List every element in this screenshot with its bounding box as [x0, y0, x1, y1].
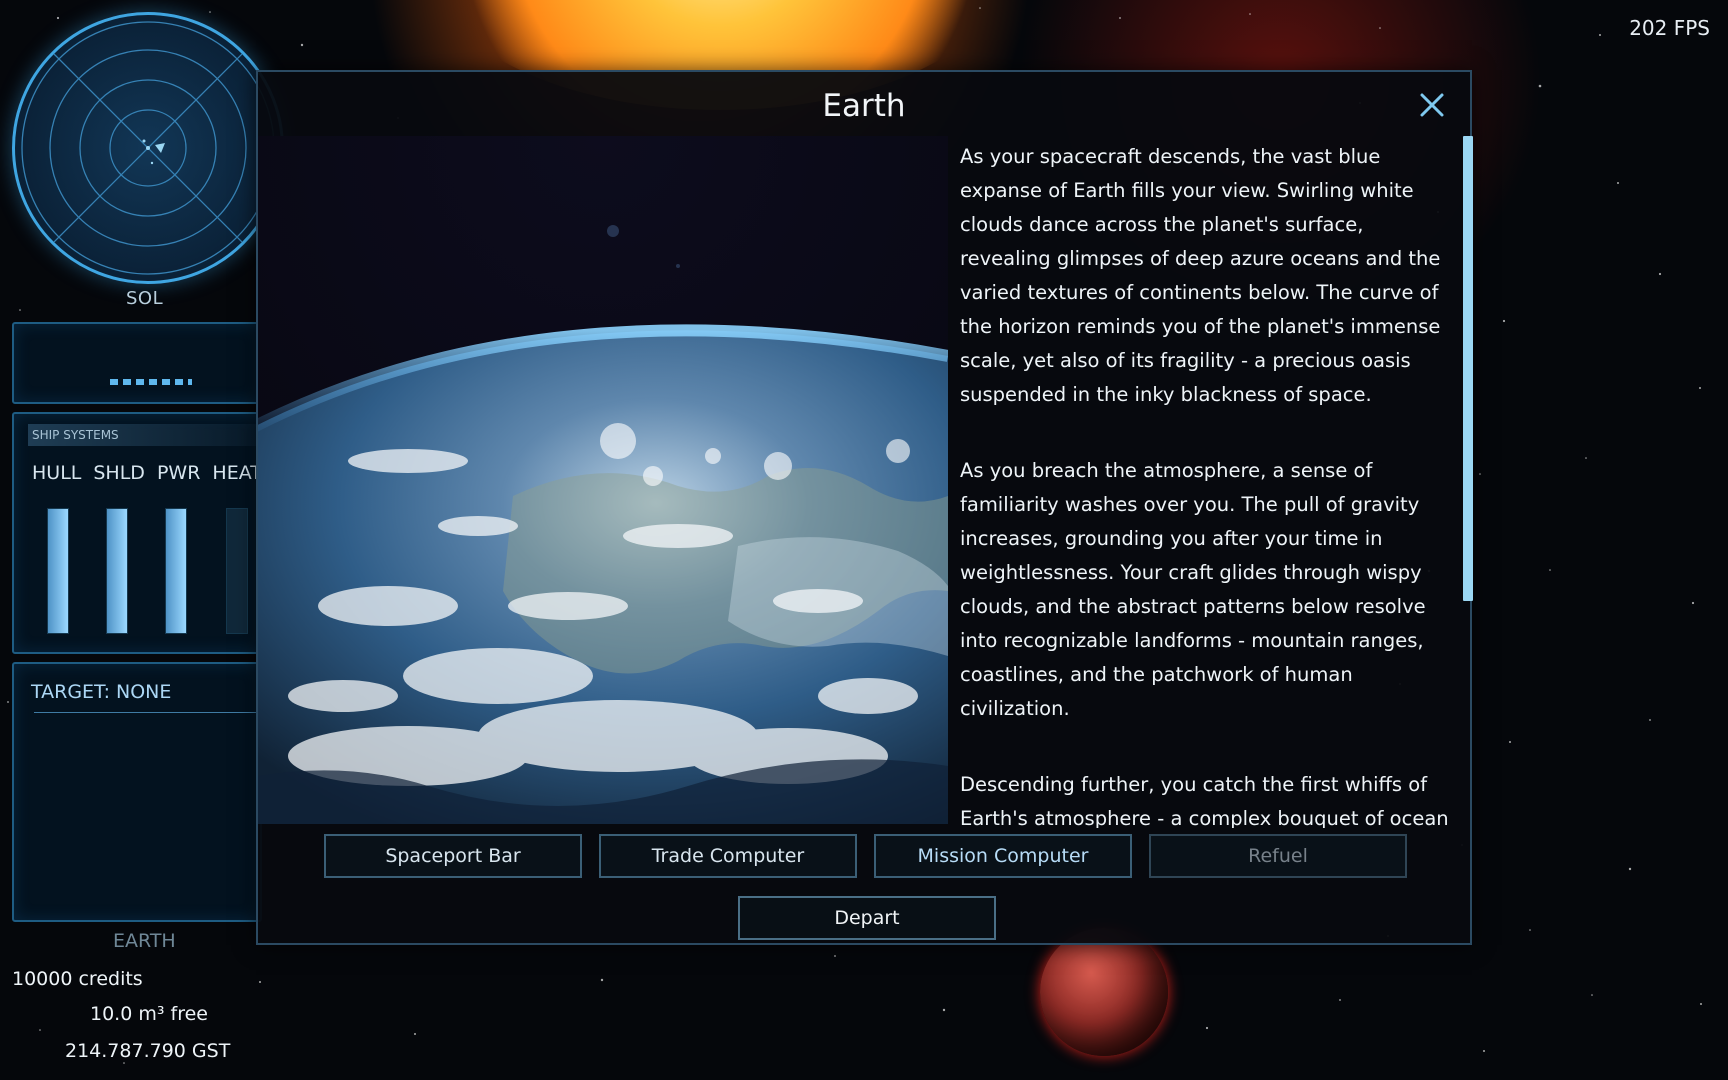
- red-planet: [1040, 928, 1168, 1056]
- shield-label: SHLD: [93, 462, 145, 484]
- description-paragraph-1: As your spacecraft descends, the vast bl…: [960, 145, 1441, 406]
- earth-icon: [258, 136, 948, 824]
- planet-description[interactable]: As your spacecraft descends, the vast bl…: [960, 136, 1450, 828]
- dialog-title: Earth: [822, 88, 906, 124]
- signal-dots-icon: [110, 379, 192, 385]
- trade-computer-button[interactable]: Trade Computer: [599, 834, 857, 878]
- depart-button[interactable]: Depart: [738, 896, 996, 940]
- radar-grid-icon: [21, 21, 275, 275]
- target-panel[interactable]: TARGET: NONE: [12, 662, 262, 922]
- refuel-button[interactable]: Refuel: [1149, 834, 1407, 878]
- game-screen: 202 FPS SOL SHIP SYSTEMS HULL SHLD PWR H…: [0, 0, 1728, 1080]
- description-scrollbar[interactable]: [1463, 136, 1473, 601]
- spaceport-bar-button[interactable]: Spaceport Bar: [324, 834, 582, 878]
- heat-label: HEAT: [212, 462, 262, 484]
- earth-orbit-image: [258, 136, 948, 824]
- power-bar-fill: [166, 509, 186, 633]
- location-label: EARTH: [113, 930, 176, 952]
- ship-systems-panel: SHIP SYSTEMS HULL SHLD PWR HEAT: [12, 412, 262, 654]
- target-divider: [34, 712, 260, 713]
- planet-dialog: Earth As your spacecraft descends, the v…: [256, 70, 1473, 945]
- target-label: TARGET: NONE: [31, 681, 172, 703]
- description-paragraph-2: As you breach the atmosphere, a sense of…: [960, 459, 1426, 720]
- hull-bar: [47, 508, 69, 634]
- date-readout: 214.787.790 GST: [65, 1040, 231, 1062]
- description-paragraph-3: Descending further, you catch the first …: [960, 773, 1449, 828]
- ship-systems-title: SHIP SYSTEMS: [28, 424, 260, 446]
- power-bar: [165, 508, 187, 634]
- hull-bar-fill: [48, 509, 68, 633]
- mission-computer-button[interactable]: Mission Computer: [874, 834, 1132, 878]
- hull-label: HULL: [32, 462, 82, 484]
- comm-panel: [12, 322, 262, 404]
- close-icon: [1420, 93, 1444, 117]
- current-system-label: SOL: [126, 288, 164, 309]
- shield-bar-fill: [107, 509, 127, 633]
- system-labels: HULL SHLD PWR HEAT: [32, 462, 262, 484]
- credits-readout: 10000 credits: [12, 968, 143, 990]
- close-button[interactable]: [1417, 90, 1447, 120]
- power-label: PWR: [156, 462, 201, 484]
- cargo-readout: 10.0 m³ free: [90, 1003, 208, 1025]
- shield-bar: [106, 508, 128, 634]
- heat-bar: [226, 508, 248, 634]
- fps-counter: 202 FPS: [1629, 16, 1710, 40]
- radar[interactable]: [12, 12, 284, 284]
- dialog-actions: Spaceport Bar Trade Computer Mission Com…: [324, 834, 1407, 878]
